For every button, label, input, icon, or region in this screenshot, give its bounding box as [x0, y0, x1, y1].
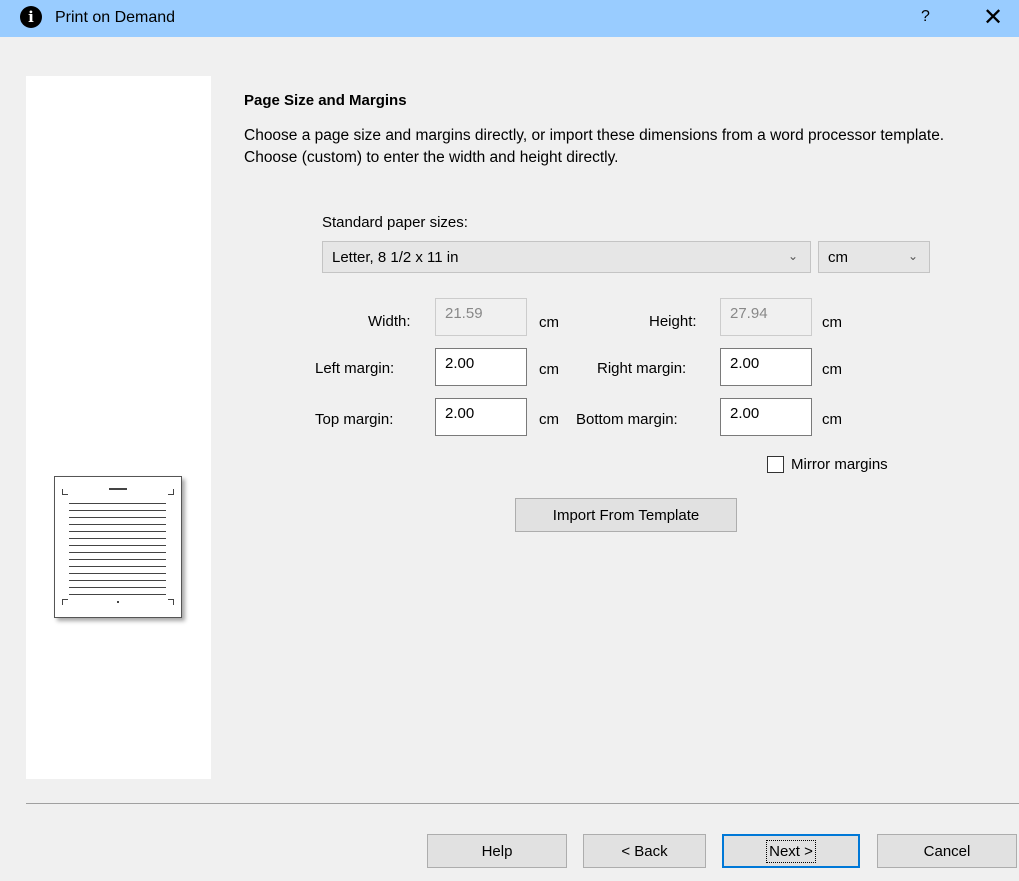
preview-text-line: [69, 503, 166, 504]
width-field: 21.59: [435, 298, 527, 336]
next-button[interactable]: Next >: [722, 834, 860, 868]
preview-text-line: [69, 545, 166, 546]
left-margin-unit: cm: [539, 361, 559, 378]
paper-size-value: Letter, 8 1/2 x 11 in: [332, 249, 459, 266]
chevron-down-icon: ⌄: [908, 249, 919, 263]
preview-text-line: [69, 580, 166, 581]
height-field: 27.94: [720, 298, 812, 336]
section-description: Choose a page size and margins directly,…: [244, 127, 945, 166]
margin-corner-mark: [62, 489, 68, 495]
preview-text-line: [69, 524, 166, 525]
preview-text-line: [69, 587, 166, 588]
width-unit: cm: [539, 314, 559, 331]
height-unit: cm: [822, 314, 842, 331]
right-margin-label: Right margin:: [597, 360, 687, 377]
app-icon-glyph: i: [28, 8, 34, 26]
section-heading: Page Size and Margins: [244, 92, 407, 109]
margin-corner-mark: [168, 599, 174, 605]
preview-text-line: [69, 552, 166, 553]
height-label: Height:: [649, 313, 697, 330]
app-icon: i: [20, 6, 42, 28]
preview-text-line: [69, 566, 166, 567]
chevron-down-icon: ⌄: [788, 249, 799, 263]
unit-value: cm: [828, 249, 848, 266]
import-button-label: Import From Template: [552, 506, 700, 524]
mirror-margins-label[interactable]: Mirror margins: [791, 456, 888, 473]
preview-text-line: [69, 510, 166, 511]
footer-divider: [26, 803, 1019, 804]
paper-size-label: Standard paper sizes:: [322, 214, 468, 231]
width-label: Width:: [368, 313, 411, 330]
title-bar: i Print on Demand ? ✕: [0, 0, 1019, 37]
help-title-button[interactable]: ?: [921, 8, 930, 26]
import-from-template-button[interactable]: Import From Template: [515, 498, 737, 532]
margin-corner-mark: [62, 599, 68, 605]
mirror-margins-checkbox[interactable]: [767, 456, 784, 473]
top-margin-field[interactable]: 2.00: [435, 398, 527, 436]
top-margin-unit: cm: [539, 411, 559, 428]
next-button-label: Next >: [766, 839, 816, 863]
preview-text-line: [69, 559, 166, 560]
bottom-margin-label: Bottom margin:: [576, 411, 678, 428]
left-margin-label: Left margin:: [315, 360, 395, 377]
right-margin-unit: cm: [822, 361, 842, 378]
help-button-label: Help: [481, 842, 513, 860]
preview-text-line: [69, 531, 166, 532]
preview-text-line: [69, 594, 166, 595]
help-button[interactable]: Help: [427, 834, 567, 868]
back-button[interactable]: < Back: [583, 834, 706, 868]
preview-text-line: [69, 573, 166, 574]
back-button-label: < Back: [621, 842, 668, 860]
margin-corner-mark: [168, 489, 174, 495]
preview-text-line: [69, 517, 166, 518]
close-icon[interactable]: ✕: [983, 3, 1003, 32]
page-preview-thumbnail: [54, 476, 182, 618]
preview-text-line: [69, 538, 166, 539]
window-title: Print on Demand: [55, 9, 176, 26]
bottom-margin-field[interactable]: 2.00: [720, 398, 812, 436]
cancel-button[interactable]: Cancel: [877, 834, 1017, 868]
cancel-button-label: Cancel: [923, 842, 971, 860]
unit-dropdown[interactable]: cm ⌄: [818, 241, 930, 273]
preview-footer-mark: [117, 601, 119, 603]
paper-size-dropdown[interactable]: Letter, 8 1/2 x 11 in ⌄: [322, 241, 811, 273]
top-margin-label: Top margin:: [315, 411, 394, 428]
left-margin-field[interactable]: 2.00: [435, 348, 527, 386]
bottom-margin-unit: cm: [822, 411, 842, 428]
preview-panel: [26, 76, 211, 779]
right-margin-field[interactable]: 2.00: [720, 348, 812, 386]
preview-header-line: [109, 488, 127, 490]
